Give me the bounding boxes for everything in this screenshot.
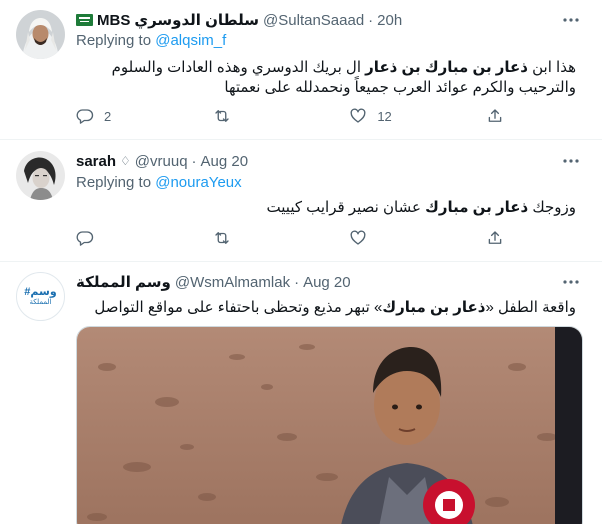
author-handle[interactable]: @vruuq — [135, 153, 188, 170]
tweet-actions — [76, 228, 506, 248]
author-name[interactable]: سلطان الدوسري — [134, 11, 259, 29]
avatar[interactable] — [16, 10, 65, 59]
replying-prefix: Replying to — [76, 32, 152, 49]
author-handle[interactable]: @SultanSaaad — [263, 12, 364, 29]
share-icon — [488, 109, 502, 122]
tweet-text-highlight: ذعار بن مبارك — [382, 299, 486, 316]
heart-icon — [350, 108, 366, 123]
separator-dot: · — [294, 273, 300, 291]
tweet-2[interactable]: sarah ♢ @vruuq · Aug 20 Replying to @nou… — [0, 140, 602, 262]
heart-icon — [350, 230, 366, 245]
reply-button[interactable]: 2 — [76, 106, 136, 126]
tweet-text: واقعة الطفل «ذعار بن مبارك» تبهر مذيع وت… — [76, 298, 576, 318]
tweet-text-part: وزوجك — [528, 199, 576, 216]
saudi-flag-icon — [76, 14, 93, 26]
retweet-icon — [214, 110, 229, 122]
tweet-text-part: هذا ابن — [527, 59, 576, 76]
reply-icon — [76, 109, 94, 124]
separator-dot: · — [368, 11, 374, 29]
more-options-button[interactable] — [562, 273, 580, 291]
tweet-timestamp[interactable]: Aug 20 — [303, 274, 351, 291]
reply-count: 2 — [104, 108, 112, 124]
replying-mention-link[interactable]: @alqsim_f — [155, 32, 226, 49]
tweet-timestamp[interactable]: Aug 20 — [201, 153, 249, 170]
avatar[interactable]: #وسم المملكة — [16, 272, 65, 321]
more-options-button[interactable] — [562, 11, 580, 29]
tweet-header: MBS سلطان الدوسري @SultanSaaad · 20h — [76, 10, 554, 30]
like-button[interactable] — [349, 228, 409, 248]
like-count: 12 — [377, 108, 392, 124]
tweet-actions: 2 12 — [76, 106, 506, 126]
tweet-header: sarah ♢ @vruuq · Aug 20 — [76, 151, 554, 171]
separator-dot: · — [191, 152, 197, 170]
tweet-text-part: عشان نصير قرايب كيييت — [266, 199, 426, 216]
author-name[interactable]: وسم المملكة — [76, 273, 171, 291]
avatar-logo-text: #وسم — [24, 286, 57, 298]
tweet-text-highlight: ذعار بن مبارك — [425, 199, 529, 216]
author-name[interactable]: sarah — [76, 153, 116, 170]
more-horizontal-icon — [563, 280, 579, 284]
avatar[interactable] — [16, 151, 65, 200]
retweet-button[interactable] — [213, 106, 273, 126]
author-handle[interactable]: @WsmAlmamlak — [175, 274, 290, 291]
video-thumbnail — [77, 327, 582, 524]
replying-prefix: Replying to — [76, 174, 152, 191]
replying-mention-link[interactable]: @nouraYeux — [155, 174, 241, 191]
author-name-suffix[interactable]: MBS — [97, 12, 130, 29]
tweet-media-video[interactable] — [76, 326, 583, 524]
tweet-header: وسم المملكة @WsmAlmamlak · Aug 20 — [76, 272, 554, 292]
replying-to: Replying to @alqsim_f — [76, 32, 226, 49]
tweet-text-part: واقعة الطفل « — [485, 299, 576, 316]
retweet-icon — [214, 232, 229, 244]
like-button[interactable]: 12 — [349, 106, 409, 126]
tweet-text: وزوجك ذعار بن مبارك عشان نصير قرايب كييي… — [76, 198, 576, 218]
more-horizontal-icon — [563, 18, 579, 22]
more-options-button[interactable] — [562, 152, 580, 170]
share-button[interactable] — [486, 106, 506, 126]
name-symbol: ♢ — [120, 154, 131, 168]
retweet-button[interactable] — [213, 228, 273, 248]
tweet-timestamp[interactable]: 20h — [377, 12, 402, 29]
tweet-1[interactable]: MBS سلطان الدوسري @SultanSaaad · 20h Rep… — [0, 0, 602, 140]
tweet-text-highlight: ذعار بن مبارك بن ذعار — [365, 59, 528, 76]
share-icon — [488, 231, 502, 244]
avatar-logo-subtext: المملكة — [29, 299, 52, 306]
tweet-text-part: » تبهر مذيع وتحظى باحتفاء على مواقع التو… — [94, 299, 383, 316]
replying-to: Replying to @nouraYeux — [76, 174, 242, 191]
reply-icon — [76, 231, 94, 246]
share-button[interactable] — [486, 228, 506, 248]
reply-button[interactable] — [76, 228, 136, 248]
more-horizontal-icon — [563, 159, 579, 163]
tweet-text: هذا ابن ذعار بن مبارك بن ذعار ال بريك ال… — [76, 58, 576, 98]
